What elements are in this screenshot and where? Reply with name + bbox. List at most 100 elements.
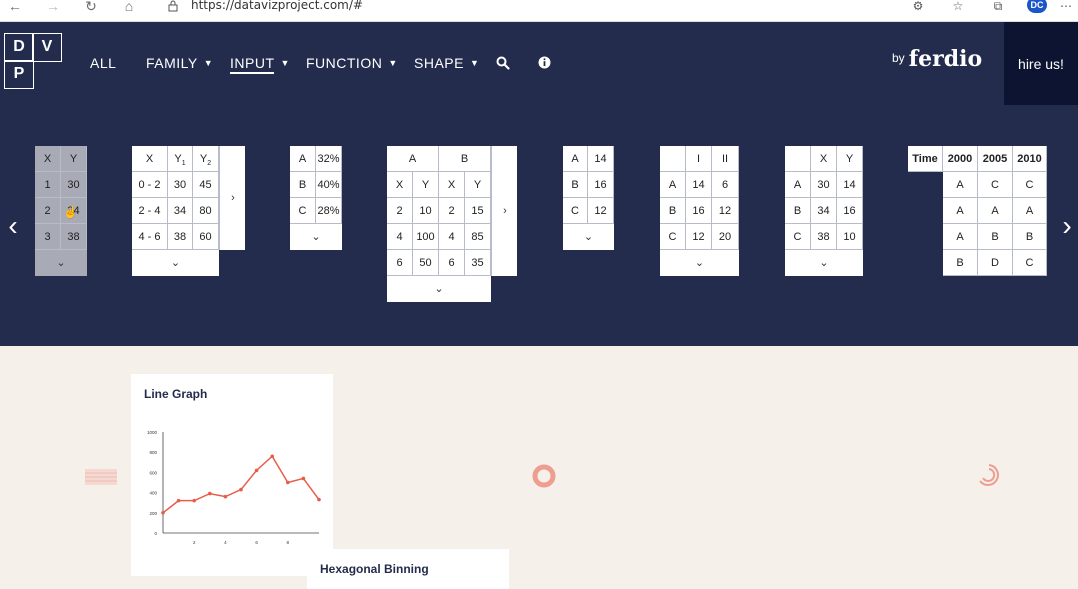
table-cell: A — [290, 146, 316, 172]
table-cell: 2 — [387, 198, 413, 224]
x-tick-label: 8 — [287, 540, 290, 545]
input-table-x-y1-y2[interactable]: X Y1 Y2 0 - 2 30 45 2 - 4 34 80 4 - 6 38… — [132, 146, 219, 276]
table-cell: C — [660, 224, 686, 250]
table-cell: 2 — [439, 198, 465, 224]
table-cell: 4 - 6 — [132, 224, 168, 250]
refresh-icon[interactable]: ↻ — [83, 0, 99, 14]
nav-function[interactable]: FUNCTION ▼ — [306, 55, 398, 71]
y-tick-label: 800 — [149, 450, 157, 455]
table-cell: 32% — [316, 146, 342, 172]
active-nav-underline — [230, 72, 274, 74]
data-point — [286, 480, 290, 485]
nav-shape[interactable]: SHAPE ▼ — [414, 55, 479, 71]
chevron-right-icon[interactable]: › — [492, 198, 518, 224]
chevron-down-icon[interactable]: ⌄ — [660, 250, 739, 276]
table-cell: 34 — [811, 198, 837, 224]
x-tick-label: 6 — [255, 540, 258, 545]
chevron-down-icon[interactable]: ⌄ — [785, 250, 863, 276]
chart-gallery: Line Graph 0 200 400 600 800 1000 2 4 6 8 Hexagon… — [0, 346, 1078, 589]
table-cell: 30 — [61, 172, 87, 198]
x-tick-label: 4 — [224, 540, 227, 545]
chevron-right-icon[interactable]: › — [1056, 212, 1078, 242]
table-cell: A — [563, 146, 588, 172]
nav-input[interactable]: INPUT ▼ — [230, 55, 290, 71]
table-cell: B — [439, 146, 491, 172]
chevron-down-icon[interactable]: ⌄ — [290, 224, 342, 250]
input-table-grouped-xy[interactable]: A B X Y X Y 2 10 2 15 4 100 4 85 6 50 6 … — [387, 146, 491, 302]
table-cell: 30 — [168, 172, 193, 198]
favorite-star-icon[interactable]: ☆ — [950, 0, 966, 13]
table-cell: 35 — [465, 250, 491, 276]
collections-icon[interactable]: ⧉ — [990, 0, 1006, 13]
donut-chart-thumbnail[interactable] — [531, 463, 557, 489]
table-cell: 38 — [811, 224, 837, 250]
input-table-xy-labeled[interactable]: X Y A 30 14 B 34 16 C 38 10 ⌄ — [785, 146, 863, 276]
chevron-down-icon[interactable]: ⌄ — [35, 250, 87, 276]
table-cell: A — [785, 172, 811, 198]
nav-all[interactable]: ALL — [90, 55, 116, 71]
home-icon[interactable]: ⌂ — [121, 0, 137, 14]
table-cell — [660, 146, 686, 172]
input-table-percent[interactable]: A 32% B 40% C 28% ⌄ — [290, 146, 342, 250]
input-table-i-ii[interactable]: I II A 14 6 B 16 12 C 12 20 ⌄ — [660, 146, 739, 276]
input-table-timeline[interactable]: Time 2000 2005 2010 A C C A A A A B B B … — [908, 146, 1047, 276]
table-cell: 2 - 4 — [132, 198, 168, 224]
table-cell: X — [387, 172, 413, 198]
table-cell: 85 — [465, 224, 491, 250]
chart-thumbnail[interactable] — [84, 464, 118, 488]
table-cell: A — [660, 172, 686, 198]
chevron-down-icon[interactable]: ⌄ — [387, 276, 491, 302]
table-cell: Y — [837, 146, 863, 172]
table-cell: Y — [413, 172, 439, 198]
input-table-xy[interactable]: X Y 1 30 2 34 3 38 ⌄ ☝ — [35, 146, 87, 276]
dvp-logo[interactable]: D V P — [4, 33, 64, 91]
table-cell: A — [943, 172, 978, 198]
chevron-down-icon[interactable]: ⌄ — [563, 224, 614, 250]
table-cell: B — [943, 250, 978, 276]
chevron-down-icon[interactable]: ⌄ — [132, 250, 219, 276]
nav-all-label: ALL — [90, 55, 117, 71]
table-cell: D — [978, 250, 1013, 276]
nav-function-label: FUNCTION — [306, 55, 383, 71]
hexagonal-binning-card[interactable]: Hexagonal Binning — [307, 549, 509, 589]
ferdio-wordmark: ferdio — [908, 46, 983, 72]
input-table-values[interactable]: A 14 B 16 C 12 ⌄ — [563, 146, 614, 250]
forward-arrow-icon[interactable]: → — [45, 0, 61, 14]
table-cell: Y — [61, 146, 87, 172]
table-cell: II — [712, 146, 739, 172]
nav-family[interactable]: FAMILY ▼ — [146, 55, 213, 71]
table-cell: C — [1013, 172, 1047, 198]
table-cell: 12 — [588, 198, 614, 224]
chevron-right-icon[interactable]: › — [220, 185, 246, 211]
chevron-left-icon[interactable]: ‹ — [2, 212, 24, 242]
site-settings-icon[interactable]: ⚙ — [910, 0, 926, 13]
card-title: Hexagonal Binning — [320, 562, 429, 576]
line-graph-card[interactable]: Line Graph 0 200 400 600 800 1000 2 4 6 8 — [131, 374, 333, 576]
back-arrow-icon[interactable]: ← — [7, 0, 23, 14]
table-cell: 45 — [193, 172, 219, 198]
ferdio-brand[interactable]: by ferdio — [892, 46, 982, 72]
info-icon[interactable] — [538, 56, 551, 69]
hire-us-button[interactable]: hire us! — [1004, 22, 1078, 105]
table-cell: 16 — [588, 172, 614, 198]
url-text[interactable]: https://datavizproject.com/# — [191, 0, 363, 12]
search-icon[interactable] — [496, 56, 510, 70]
more-options-icon[interactable]: ⋯ — [1058, 0, 1074, 13]
table-cell: A — [978, 198, 1013, 224]
table-cell: 1 — [35, 172, 61, 198]
browser-toolbar: ← → ↻ ⌂ https://datavizproject.com/# ⚙ ☆… — [0, 0, 1078, 22]
profile-avatar[interactable]: DC — [1027, 0, 1047, 13]
data-point — [161, 511, 165, 515]
table-cell: A — [387, 146, 439, 172]
table-cell: 14 — [837, 172, 863, 198]
y-tick-label: 600 — [149, 470, 157, 475]
data-point — [317, 497, 321, 502]
table-cell: 50 — [413, 250, 439, 276]
y-tick-label: 200 — [149, 511, 157, 516]
expand-panel[interactable]: › — [219, 146, 245, 250]
table-cell: I — [686, 146, 712, 172]
radial-chart-thumbnail[interactable] — [974, 461, 1004, 489]
lock-icon[interactable] — [168, 0, 178, 12]
card-title: Line Graph — [144, 387, 208, 401]
expand-panel[interactable]: › — [491, 146, 517, 276]
